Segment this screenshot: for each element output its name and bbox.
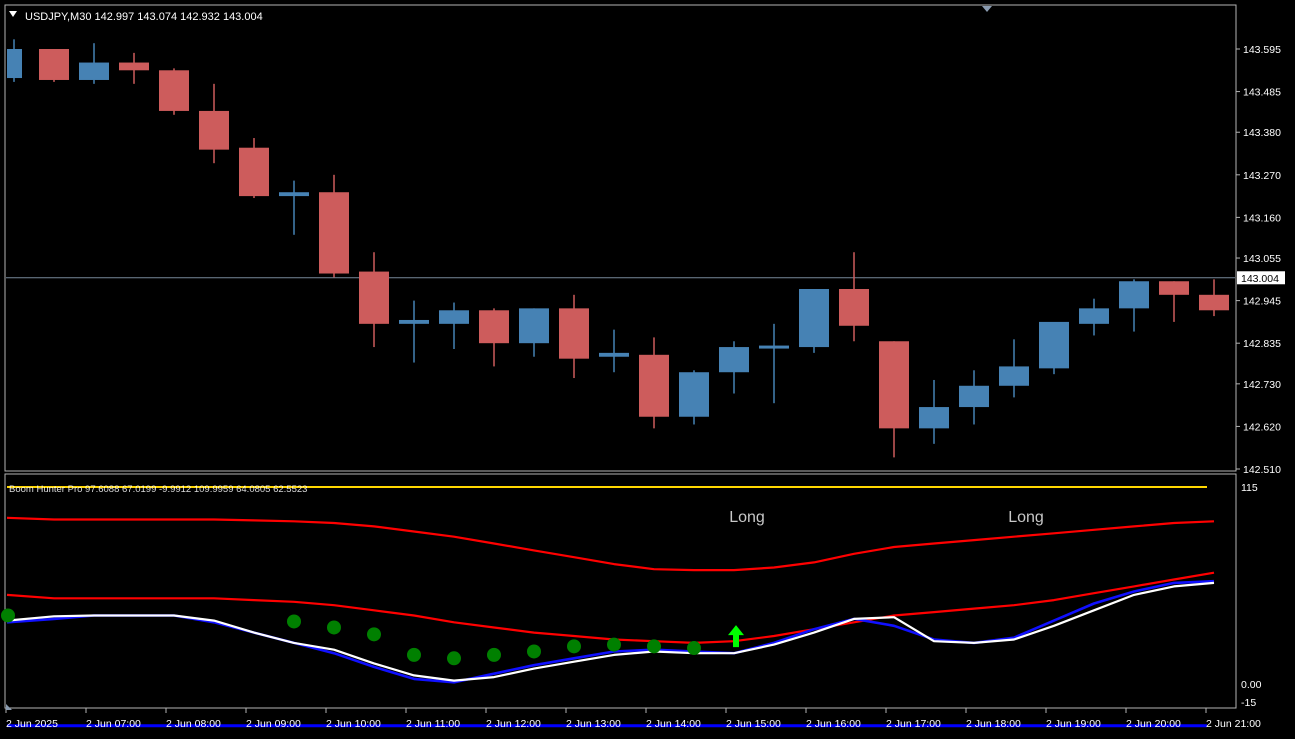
time-axis-label: 2 Jun 09:00 [246, 718, 301, 730]
candle-body [1199, 294, 1229, 311]
fast-line [6, 579, 1215, 684]
candle-body [279, 192, 309, 197]
symbol-header: USDJPY,M30 142.997 143.074 142.932 143.0… [25, 11, 263, 23]
signal-dot [487, 647, 501, 662]
candle-body [679, 372, 709, 417]
candle-body [1079, 308, 1109, 324]
candle-body [439, 310, 469, 324]
signal-dot [287, 614, 301, 629]
candle-body [639, 354, 669, 417]
time-axis-label: 2 Jun 17:00 [886, 718, 941, 730]
signal-dot [407, 647, 421, 662]
candle-body [599, 352, 629, 357]
candle-body [479, 310, 509, 344]
time-axis-label: 2 Jun 18:00 [966, 718, 1021, 730]
signal-dot [567, 639, 581, 654]
price-axis-label: 143.485 [1243, 87, 1281, 99]
corner-marker-icon [6, 704, 12, 710]
time-axis-label: 2 Jun 08:00 [166, 718, 221, 730]
signal-dot [687, 641, 701, 656]
indicator-name-label: Boom Hunter Pro 97.6088 67.0199 -9.9912 … [9, 484, 307, 495]
candle-body [759, 345, 789, 349]
price-axis-label: 142.945 [1243, 296, 1281, 308]
signal-dot [647, 639, 661, 654]
price-axis-label: 142.510 [1243, 464, 1281, 476]
signal-dot [447, 651, 461, 666]
indicator-axis-label-top: 115 [1241, 482, 1258, 494]
time-axis-label: 2 Jun 20:00 [1126, 718, 1181, 730]
candle-body [919, 407, 949, 429]
price-axis-label: 143.055 [1243, 253, 1281, 265]
price-axis: 143.595 143.485 143.380 143.270 143.160 143.0… [1236, 44, 1281, 476]
indicator-axis-label-zero: 0.00 [1241, 679, 1262, 691]
buy-arrow-icon [728, 625, 744, 648]
indicator-axis: 115 0.00 -15 [1241, 482, 1262, 709]
signal-dot [607, 637, 621, 652]
candle-body [999, 366, 1029, 386]
long-signal-label: Long [729, 509, 765, 526]
candle-body [959, 385, 989, 408]
candle-body [879, 341, 909, 429]
signal-dot [367, 627, 381, 642]
price-axis-label: 143.160 [1243, 212, 1281, 224]
price-axis-label: 142.620 [1243, 421, 1281, 433]
signal-dot [1, 608, 15, 623]
candle-body [199, 110, 229, 150]
time-axis-label: 2 Jun 13:00 [566, 718, 621, 730]
candle-body [559, 308, 589, 359]
candle-body [1159, 281, 1189, 295]
price-axis-label: 143.595 [1243, 44, 1281, 56]
time-axis-label: 2 Jun 14:00 [646, 718, 701, 730]
time-axis-label: 2 Jun 15:00 [726, 718, 781, 730]
signal-dot [527, 644, 541, 659]
candle-body [359, 271, 389, 324]
time-axis-label: 2 Jun 2025 [6, 718, 58, 730]
candle-body [79, 62, 109, 80]
candle-body [399, 319, 429, 324]
time-axis-label: 2 Jun 12:00 [486, 718, 541, 730]
candle-body [719, 347, 749, 373]
time-axis-label: 2 Jun 19:00 [1046, 718, 1101, 730]
price-axis-label: 142.730 [1243, 379, 1281, 391]
candle-body [839, 289, 869, 326]
indicator-plot: Long Long [1, 486, 1215, 728]
time-axis-label: 2 Jun 16:00 [806, 718, 861, 730]
time-axis-label: 2 Jun 10:00 [326, 718, 381, 730]
candle-body [519, 308, 549, 344]
time-axis-label: 2 Jun 11:00 [406, 718, 460, 730]
candle-body [159, 70, 189, 111]
price-axis-label: 143.270 [1243, 170, 1281, 182]
trading-chart[interactable]: USDJPY,M30 142.997 143.074 142.932 143.0… [0, 0, 1295, 739]
candle-body [319, 192, 349, 274]
time-axis-label: 2 Jun 07:00 [86, 718, 141, 730]
long-signal-label: Long [1008, 509, 1044, 526]
candle-body [7, 49, 22, 79]
signal-dot [327, 620, 341, 635]
price-axis-label: 142.835 [1243, 338, 1281, 350]
price-axis-label: 143.380 [1243, 127, 1281, 139]
indicator-window-frame [4, 473, 1237, 709]
collapse-triangle-down-icon[interactable] [9, 11, 17, 17]
indicator-axis-label-neg: -15 [1241, 697, 1256, 709]
current-price-label: 143.004 [1241, 273, 1279, 285]
scroll-marker-triangle-down-icon[interactable] [982, 6, 992, 12]
candles [7, 39, 1229, 458]
time-axis-label: 2 Jun 21:00 [1206, 718, 1261, 730]
main-chart-frame [4, 4, 1237, 472]
candle-body [1039, 321, 1069, 369]
candle-body [119, 62, 149, 71]
candle-body [799, 289, 829, 348]
candle-body [239, 147, 269, 197]
candle-body [39, 49, 69, 80]
candle-body [1119, 281, 1149, 309]
